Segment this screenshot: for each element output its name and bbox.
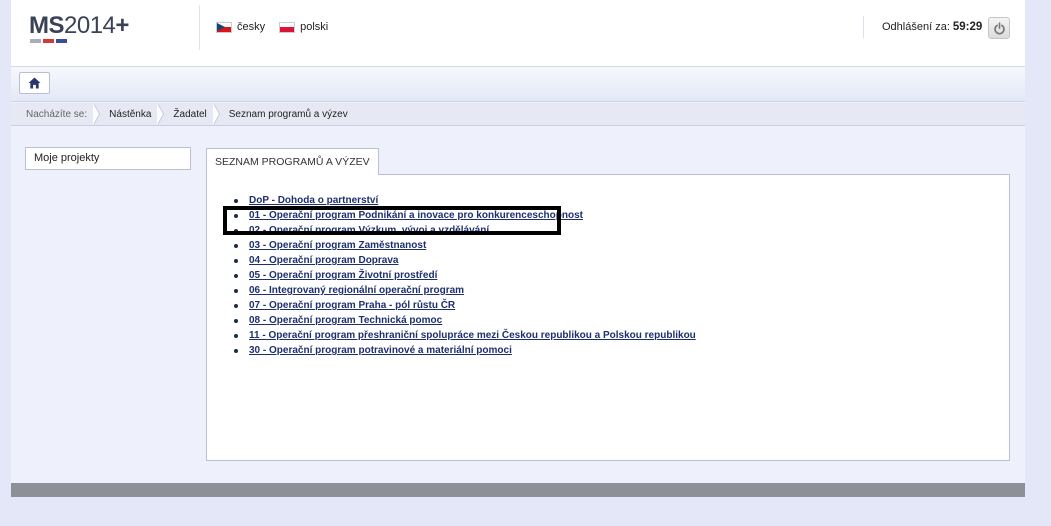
home-button[interactable] bbox=[19, 72, 50, 94]
power-icon bbox=[993, 21, 1005, 34]
program-link-05[interactable]: 05 - Operační program Životní prostředí bbox=[249, 270, 437, 281]
program-link-04[interactable]: 04 - Operační program Doprava bbox=[249, 255, 399, 266]
lang-polish[interactable]: polski bbox=[279, 21, 328, 33]
program-link-30[interactable]: 30 - Operační program potravinové a mate… bbox=[249, 345, 512, 356]
tab-program-list[interactable]: SEZNAM PROGRAMŮ A VÝZEV bbox=[206, 148, 379, 175]
program-list-panel: DoP - Dohoda o partnerství 01 - Operační… bbox=[206, 174, 1010, 461]
program-link-01[interactable]: 01 - Operační program Podnikání a inovac… bbox=[249, 210, 583, 221]
list-item: 06 - Integrovaný regionální operační pro… bbox=[229, 283, 696, 298]
logo-bar-red bbox=[43, 39, 54, 43]
breadcrumb-label: Nacházíte se: bbox=[11, 102, 101, 126]
logo-bar-grey bbox=[30, 39, 41, 43]
program-link-03[interactable]: 03 - Operační program Zaměstnanost bbox=[249, 240, 426, 251]
program-list: DoP - Dohoda o partnerství 01 - Operační… bbox=[229, 193, 696, 358]
logo-bar-blue bbox=[56, 39, 67, 43]
list-item: 04 - Operační program Doprava bbox=[229, 253, 696, 268]
logout-timer: Odhlášení za: 59:29 bbox=[882, 21, 982, 33]
list-item: 02 - Operační program Výzkum, vývoj a vz… bbox=[229, 223, 696, 238]
footer-bar bbox=[11, 483, 1025, 497]
list-item: 08 - Operační program Technická pomoc bbox=[229, 313, 696, 328]
program-link-dop[interactable]: DoP - Dohoda o partnerství bbox=[249, 195, 378, 206]
program-link-11[interactable]: 11 - Operační program přeshraniční spolu… bbox=[249, 330, 696, 341]
sidebar-item-my-projects[interactable]: Moje projekty bbox=[25, 147, 191, 170]
toolbar bbox=[11, 67, 1025, 102]
list-item: 01 - Operační program Podnikání a inovac… bbox=[229, 208, 696, 223]
list-item: 07 - Operační program Praha - pól růstu … bbox=[229, 298, 696, 313]
program-link-02[interactable]: 02 - Operační program Výzkum, vývoj a vz… bbox=[249, 225, 489, 236]
lang-czech[interactable]: česky bbox=[216, 21, 265, 33]
logo[interactable]: MS2014+ bbox=[29, 13, 129, 47]
header: MS2014+ česky polski Odhlášení za: 59:29 bbox=[11, 0, 1025, 67]
program-link-07[interactable]: 07 - Operační program Praha - pól růstu … bbox=[249, 300, 455, 311]
flag-pl-icon bbox=[279, 21, 296, 33]
logout-label: Odhlášení za: bbox=[882, 21, 950, 33]
logo-bars bbox=[30, 39, 67, 43]
header-divider-right bbox=[863, 16, 864, 38]
breadcrumb-item-nastenka[interactable]: Nástěnka bbox=[99, 102, 165, 126]
lang-polish-label: polski bbox=[300, 21, 329, 33]
breadcrumb: Nacházíte se: Nástěnka Žadatel Seznam pr… bbox=[11, 102, 1025, 126]
breadcrumb-item-current: Seznam programů a výzev bbox=[228, 108, 348, 120]
logo-year: 2014 bbox=[64, 12, 116, 39]
logout-button[interactable] bbox=[988, 17, 1010, 39]
header-divider bbox=[199, 5, 200, 50]
list-item: 30 - Operační program potravinové a mate… bbox=[229, 343, 696, 358]
program-link-08[interactable]: 08 - Operační program Technická pomoc bbox=[249, 315, 442, 326]
lang-czech-label: česky bbox=[237, 21, 266, 33]
list-item: 03 - Operační program Zaměstnanost bbox=[229, 238, 696, 253]
list-item: DoP - Dohoda o partnerství bbox=[229, 193, 696, 208]
list-item: 11 - Operační program přeshraniční spolu… bbox=[229, 328, 696, 343]
home-icon bbox=[28, 77, 41, 89]
program-link-06[interactable]: 06 - Integrovaný regionální operační pro… bbox=[249, 285, 464, 296]
logo-plus: + bbox=[115, 12, 129, 39]
language-switcher: česky polski bbox=[216, 21, 328, 33]
app-window: MS2014+ česky polski Odhlášení za:59:29 bbox=[11, 0, 1025, 497]
flag-cz-icon bbox=[216, 21, 232, 33]
logo-bold: MS bbox=[29, 12, 65, 39]
list-item: 05 - Operační program Životní prostředí bbox=[229, 268, 696, 283]
logout-timer-value: 59:29 bbox=[952, 21, 983, 33]
breadcrumb-item-zadatel[interactable]: Žadatel bbox=[163, 102, 221, 126]
